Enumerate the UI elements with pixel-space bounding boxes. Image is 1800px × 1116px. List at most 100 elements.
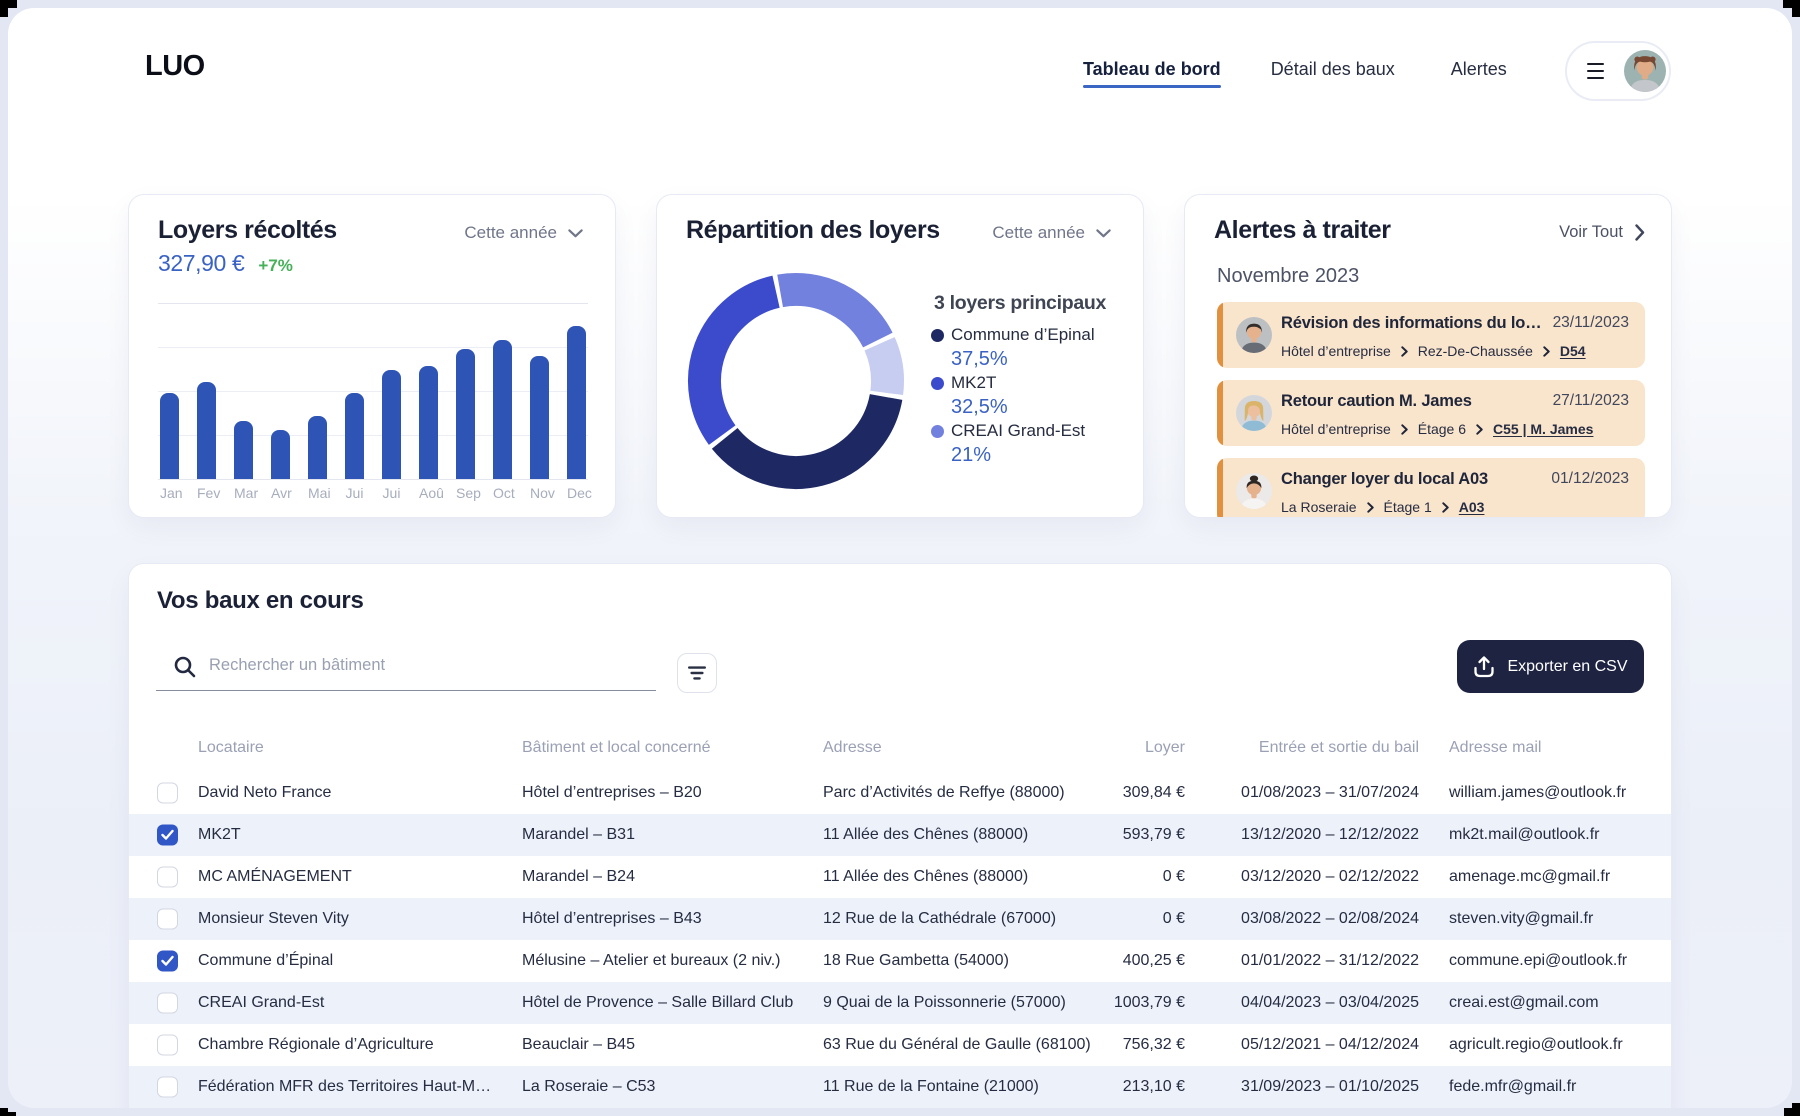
cell-checkbox xyxy=(157,951,178,972)
voir-tout-label: Voir Tout xyxy=(1559,223,1623,242)
breadcrumb-item: Étage 1 xyxy=(1384,499,1432,515)
row-checkbox[interactable] xyxy=(157,1077,178,1098)
row-checkbox[interactable] xyxy=(157,993,178,1014)
cell-locataire: Chambre Régionale d’Agriculture xyxy=(198,1036,434,1054)
filter-button[interactable] xyxy=(677,653,717,693)
chevron-right-icon xyxy=(1635,224,1645,241)
alert-date: 27/11/2023 xyxy=(1553,392,1629,411)
legend-item: CREAI Grand-Est 21% xyxy=(934,421,1139,467)
bar xyxy=(197,382,216,479)
donut-segment xyxy=(880,344,888,393)
cell-loyer: 309,84 € xyxy=(1123,784,1185,802)
period-select-loyers[interactable]: Cette année xyxy=(464,223,583,243)
bar-axis-label: Jui xyxy=(345,485,364,501)
main-nav: Tableau de bord Détail des baux Alertes xyxy=(1083,57,1507,88)
table-row[interactable]: David Neto France Hôtel d’entreprises – … xyxy=(129,772,1671,814)
cell-bail: 31/09/2023 – 01/10/2025 xyxy=(1241,1078,1419,1096)
cell-loyer: 0 € xyxy=(1163,868,1185,886)
donut-legend: 3 loyers principaux Commune d’Epinal 37,… xyxy=(934,292,1139,469)
alert-title-row: Révision des informations du lo… 23/11/2… xyxy=(1281,314,1629,333)
alerts-list: Révision des informations du lo… 23/11/2… xyxy=(1217,302,1645,518)
alert-breadcrumb: Hôtel d’entrepriseÉtage 6C55 | M. James xyxy=(1281,421,1593,437)
bar xyxy=(234,421,253,479)
donut-segment xyxy=(704,292,776,435)
nav-tab-alertes[interactable]: Alertes xyxy=(1451,57,1507,88)
cell-locataire: CREAI Grand-Est xyxy=(198,994,324,1012)
cell-adresse: 11 Allée des Chênes (88000) xyxy=(823,826,1028,844)
period-select-repartition[interactable]: Cette année xyxy=(992,223,1111,243)
table-row[interactable]: MK2T Marandel – B31 11 Allée des Chênes … xyxy=(129,814,1671,856)
alert-item[interactable]: Révision des informations du lo… 23/11/2… xyxy=(1217,302,1645,368)
bar-axis-label: Sep xyxy=(456,485,475,501)
cell-email: fede.mfr@gmail.fr xyxy=(1449,1078,1576,1096)
chevron-right-icon xyxy=(1401,424,1408,435)
cell-locataire: Commune d’Épinal xyxy=(198,952,333,970)
export-icon xyxy=(1473,655,1495,679)
legend-percentage: 37,5% xyxy=(951,347,1139,371)
bar xyxy=(493,340,512,479)
nav-tab-detail-des-baux[interactable]: Détail des baux xyxy=(1271,57,1395,88)
app-logo: LUO xyxy=(145,50,205,83)
donut-segment xyxy=(780,289,878,340)
breadcrumb-chevron-icon xyxy=(1401,424,1408,435)
cell-email: steven.vity@gmail.fr xyxy=(1449,910,1593,928)
row-checkbox[interactable] xyxy=(157,783,178,804)
cell-locataire: Monsieur Steven Vity xyxy=(198,910,349,928)
card-title-loyers: Loyers récoltés xyxy=(158,216,337,245)
alert-avatar xyxy=(1236,317,1272,353)
user-menu[interactable] xyxy=(1565,41,1671,101)
col-header-mail: Adresse mail xyxy=(1449,739,1541,757)
row-checkbox[interactable] xyxy=(157,909,178,930)
dashboard-screen: LUO Tableau de bord Détail des baux Alerte… xyxy=(0,0,1800,1116)
row-checkbox[interactable] xyxy=(157,1035,178,1056)
bar-axis-labels: JanFevMarAvrMaiJuiJuiAoûSepOctNovDec xyxy=(160,485,586,501)
portrait-photo xyxy=(1236,473,1272,509)
alert-title: Retour caution M. James xyxy=(1281,392,1472,411)
alert-item[interactable]: Changer loyer du local A03 01/12/2023 La… xyxy=(1217,458,1645,518)
cell-loyer: 213,10 € xyxy=(1123,1078,1185,1096)
col-header-bail: Entrée et sortie du bail xyxy=(1259,739,1419,757)
bar-axis-label: Oct xyxy=(493,485,512,501)
row-checkbox-checked[interactable] xyxy=(157,951,178,972)
bar xyxy=(419,366,438,479)
nav-tab-tableau-de-bord[interactable]: Tableau de bord xyxy=(1083,57,1221,88)
table-row[interactable]: Chambre Régionale d’Agriculture Beauclai… xyxy=(129,1024,1671,1066)
cell-batiment: La Roseraie – C53 xyxy=(522,1078,655,1096)
legend-dot xyxy=(931,329,944,342)
alert-item[interactable]: Retour caution M. James 27/11/2023 Hôtel… xyxy=(1217,380,1645,446)
alert-title: Changer loyer du local A03 xyxy=(1281,470,1488,489)
bar-axis-label: Avr xyxy=(271,485,290,501)
breadcrumb-chevron-icon xyxy=(1476,424,1483,435)
cell-adresse: 11 Rue de la Fontaine (21000) xyxy=(823,1078,1039,1096)
cell-batiment: Hôtel d’entreprises – B20 xyxy=(522,784,702,802)
export-csv-button[interactable]: Exporter en CSV xyxy=(1457,640,1644,693)
table-row[interactable]: MC AMÉNAGEMENT Marandel – B24 11 Allée d… xyxy=(129,856,1671,898)
legend-items: Commune d’Epinal 37,5%MK2T 32,5%CREAI Gr… xyxy=(934,325,1139,467)
breadcrumb-item: Rez-De-Chaussée xyxy=(1418,343,1533,359)
alert-breadcrumb: Hôtel d’entrepriseRez-De-ChausséeD54 xyxy=(1281,343,1586,359)
card-header: Alertes à traiter Voir Tout xyxy=(1214,216,1645,245)
alert-avatar xyxy=(1236,395,1272,431)
breadcrumb-item: A03 xyxy=(1459,499,1485,515)
loyers-summary: 327,90 € +7% xyxy=(158,250,293,277)
cell-checkbox xyxy=(157,1077,178,1098)
cell-email: agricult.regio@outlook.fr xyxy=(1449,1036,1623,1054)
cell-adresse: 63 Rue du Général de Gaulle (68100) xyxy=(823,1036,1091,1054)
voir-tout-link[interactable]: Voir Tout xyxy=(1559,223,1645,242)
table-row[interactable]: Commune d’Épinal Mélusine – Atelier et b… xyxy=(129,940,1671,982)
cell-bail: 13/12/2020 – 12/12/2022 xyxy=(1241,826,1419,844)
baux-table: Locataire Bâtiment et local concerné Adr… xyxy=(129,723,1671,1108)
bar-axis-label: Fev xyxy=(197,485,216,501)
table-row[interactable]: Fédération MFR des Territoires Haut-M… L… xyxy=(129,1066,1671,1108)
table-row[interactable]: CREAI Grand-Est Hôtel de Provence – Sall… xyxy=(129,982,1671,1024)
row-checkbox-checked[interactable] xyxy=(157,825,178,846)
breadcrumb-item: Hôtel d’entreprise xyxy=(1281,343,1391,359)
search-input[interactable] xyxy=(209,656,654,675)
corner-mark xyxy=(1792,0,1800,17)
baux-title: Vos baux en cours xyxy=(157,587,364,615)
alert-title-row: Changer loyer du local A03 01/12/2023 xyxy=(1281,470,1629,489)
table-row[interactable]: Monsieur Steven Vity Hôtel d’entreprises… xyxy=(129,898,1671,940)
corner-mark xyxy=(1792,1103,1800,1116)
row-checkbox[interactable] xyxy=(157,867,178,888)
breadcrumb-item: C55 | M. James xyxy=(1493,421,1593,437)
